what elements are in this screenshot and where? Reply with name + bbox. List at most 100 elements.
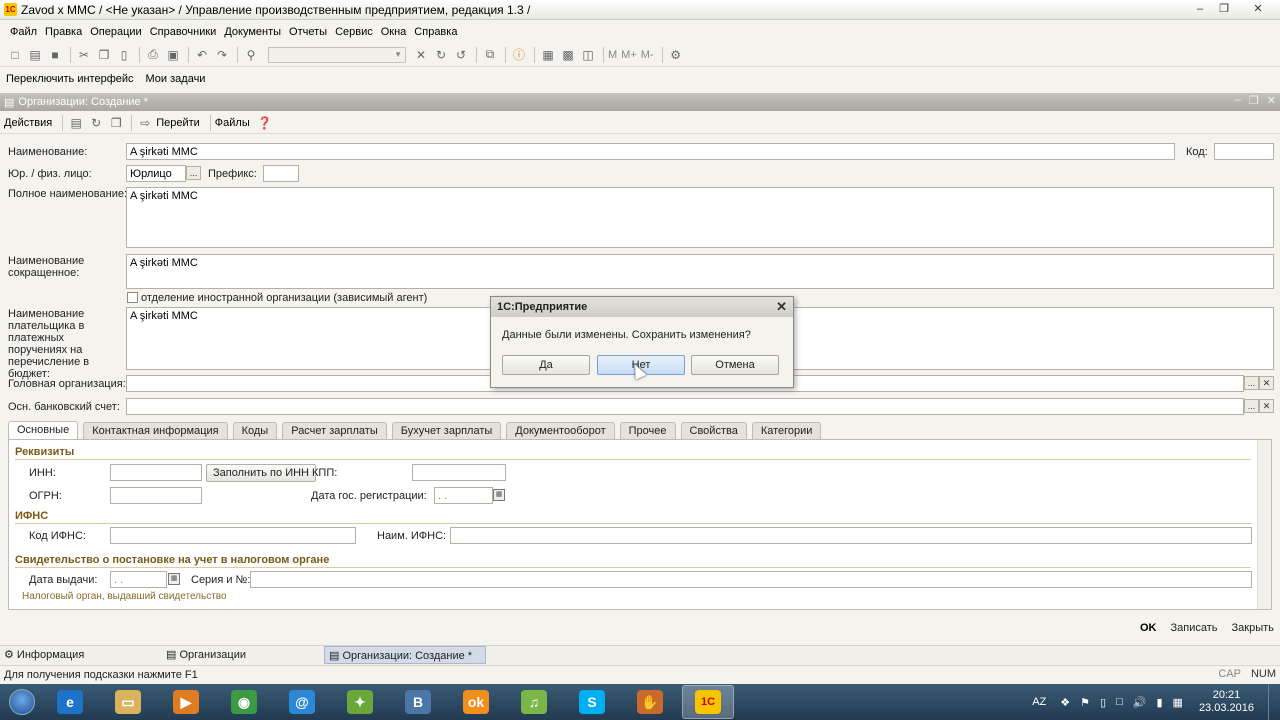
enter-based-on-icon[interactable]: ⇨ [136,114,154,132]
full-name-textarea[interactable]: A şirkəti MMC [126,187,1274,248]
paste-icon[interactable]: ▯ [115,46,133,64]
reg-date-input[interactable]: . . [434,487,493,504]
taskbar-app-green-app[interactable]: ✦ [334,685,386,719]
ok-button[interactable]: OK [1140,622,1157,634]
menu-help[interactable]: Справка [410,26,461,38]
save-record-icon[interactable]: ▤ [67,114,85,132]
code-input[interactable] [1214,143,1274,160]
issue-date-input[interactable]: . . [110,571,167,588]
ogrn-input[interactable] [110,487,202,504]
actions-menu[interactable]: Действия [4,117,52,129]
taskbar-app-odnoklassniki[interactable]: ok [450,685,502,719]
ifns-code-input[interactable] [110,527,356,544]
prefix-input[interactable] [263,165,299,182]
find-prev-icon[interactable]: ↺ [452,46,470,64]
redo-icon[interactable]: ↷ [213,46,231,64]
taskbar-app-ie[interactable]: e [44,685,96,719]
window-tab-info[interactable]: ⚙ Информация [0,646,162,664]
my-tasks-button[interactable]: Мои задачи [146,73,206,85]
tab-payroll-accounting[interactable]: Бухучет зарплаты [391,422,502,439]
cut-icon[interactable]: ✂ [75,46,93,64]
copy-record-icon[interactable]: ❐ [107,114,125,132]
open-folder-icon[interactable]: ▤ [26,46,44,64]
menu-operations[interactable]: Операции [86,26,145,38]
dropbox-icon[interactable]: ❖ [1060,696,1070,709]
form-close-icon[interactable]: ✕ [1267,94,1276,107]
goto-menu[interactable]: Перейти [156,117,200,129]
flag-icon[interactable]: ⚑ [1080,696,1090,709]
tab-document-flow[interactable]: Документооборот [506,422,615,439]
undo-icon[interactable]: ↶ [193,46,211,64]
menu-reports[interactable]: Отчеты [285,26,331,38]
close-button[interactable]: Закрыть [1232,622,1274,634]
new-document-icon[interactable]: □ [6,46,24,64]
taskbar-app-vk[interactable]: B [392,685,444,719]
memory-button[interactable]: M [608,49,617,61]
clear-search-icon[interactable]: ✕ [412,46,430,64]
taskbar-app-media-player[interactable]: ▶ [160,685,212,719]
language-indicator[interactable]: AZ [1032,696,1046,708]
files-button[interactable]: Файлы [215,117,250,129]
windows-icon[interactable]: ⧉ [481,46,499,64]
short-name-textarea[interactable]: A şirkəti MMC [126,254,1274,289]
menu-file[interactable]: Файл [6,26,41,38]
yes-button[interactable]: Да [502,355,590,375]
network-icon[interactable]: □ [1116,696,1123,708]
print-preview-icon[interactable]: ▣ [164,46,182,64]
tab-main[interactable]: Основные [8,421,79,440]
volume-icon[interactable]: 🔊 [1133,696,1147,709]
help-icon[interactable]: ❓ [256,114,274,132]
taskbar-app-music[interactable]: ♫ [508,685,560,719]
inn-input[interactable] [110,464,202,481]
show-desktop-button[interactable] [1268,684,1280,720]
close-window-icon[interactable]: ✕ [1236,0,1280,17]
tab-payroll[interactable]: Расчет зарплаты [282,422,387,439]
print-icon[interactable]: ⎙ [144,46,162,64]
menu-edit[interactable]: Правка [41,26,86,38]
ifns-name-input[interactable] [450,527,1252,544]
search-combo[interactable]: ▼ [268,46,406,63]
taskbar-app-explorer[interactable]: ▭ [102,685,154,719]
window-tab-organization-create[interactable]: ▤ Организации: Создание * [324,645,486,664]
taskbar-app-1c[interactable]: 1C [682,685,734,719]
network-signal-icon[interactable]: ▮ [1156,696,1162,709]
calendar-picker-icon[interactable]: ▦ [493,489,505,501]
search-icon[interactable]: ⚲ [242,46,260,64]
tools-icon[interactable]: ⚙ [667,46,685,64]
tab-categories[interactable]: Категории [751,422,822,439]
form-restore-icon[interactable]: ❐ [1249,94,1259,107]
dialog-close-icon[interactable]: ✕ [776,299,787,315]
memory-minus-button[interactable]: M- [641,49,654,61]
form-minimize-icon[interactable]: – [1235,94,1241,107]
taskbar-app-hand-app[interactable]: ✋ [624,685,676,719]
bank-account-select-button[interactable]: ... [1244,399,1259,413]
memory-plus-button[interactable]: M+ [621,49,637,61]
menu-service[interactable]: Сервис [331,26,377,38]
copy-icon[interactable]: ❐ [95,46,113,64]
menu-catalogs[interactable]: Справочники [146,26,221,38]
info-icon[interactable]: ⓘ [510,46,528,64]
calculator-icon[interactable]: ◫ [579,46,597,64]
fill-by-inn-button[interactable]: Заполнить по ИНН [206,464,316,482]
bank-account-input[interactable] [126,398,1244,415]
calendar-31-icon[interactable]: ▩ [559,46,577,64]
calendar-icon[interactable]: ▦ [539,46,557,64]
switch-interface-button[interactable]: Переключить интерфейс [6,73,134,85]
tab-contact-info[interactable]: Контактная информация [83,422,228,439]
tab-panel-scrollbar[interactable] [1257,440,1271,609]
tab-other[interactable]: Прочее [619,422,676,439]
restore-icon[interactable]: ❐ [1212,0,1236,17]
save-icon[interactable]: ■ [46,46,64,64]
windows-flag-icon[interactable]: ▦ [1173,696,1183,709]
name-input[interactable]: A şirkəti MMC [126,143,1175,160]
foreign-branch-checkbox[interactable] [127,292,138,303]
legal-type-input[interactable]: Юрлицо [126,165,186,182]
save-button[interactable]: Записать [1171,622,1218,634]
head-org-select-button[interactable]: ... [1244,376,1259,390]
legal-type-select-button[interactable]: ... [186,166,201,180]
taskbar-app-skype[interactable]: S [566,685,618,719]
menu-windows[interactable]: Окна [377,26,411,38]
tab-codes[interactable]: Коды [232,422,278,439]
tab-properties[interactable]: Свойства [680,422,747,439]
taskbar-app-mail-agent[interactable]: @ [276,685,328,719]
